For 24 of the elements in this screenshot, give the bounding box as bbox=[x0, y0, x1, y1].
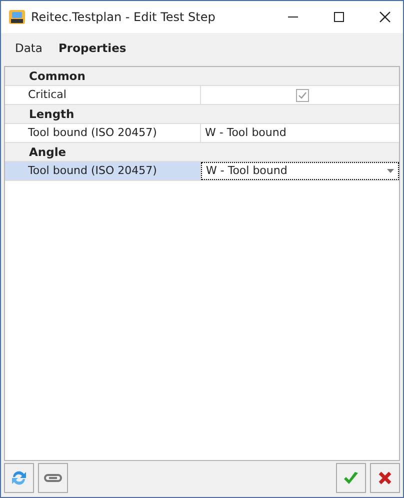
close-icon[interactable] bbox=[379, 11, 391, 23]
refresh-icon bbox=[10, 469, 28, 487]
window-title: Reitec.Testplan - Edit Test Step bbox=[31, 10, 216, 24]
ok-button[interactable] bbox=[336, 463, 366, 493]
app-icon bbox=[9, 9, 25, 25]
dropdown-arrow-icon bbox=[387, 169, 394, 173]
property-name[interactable]: Tool bound (ISO 20457) bbox=[5, 124, 201, 142]
category-header[interactable]: Length bbox=[5, 105, 399, 124]
property-name[interactable]: Tool bound (ISO 20457) bbox=[5, 162, 201, 180]
checkbox[interactable] bbox=[296, 88, 308, 102]
value-dropdown[interactable]: W - Tool bound bbox=[201, 162, 399, 180]
checkmark-icon bbox=[343, 471, 359, 485]
property-value[interactable]: W - Tool bound bbox=[201, 124, 399, 142]
category-header[interactable]: Angle bbox=[5, 143, 399, 162]
link-button[interactable] bbox=[38, 463, 68, 493]
tab[interactable]: Properties bbox=[58, 41, 126, 55]
refresh-button[interactable] bbox=[4, 463, 34, 493]
close-icon bbox=[378, 471, 392, 485]
category-header[interactable]: Common bbox=[5, 67, 399, 86]
cancel-button[interactable] bbox=[370, 463, 400, 493]
maximize-icon[interactable] bbox=[333, 11, 345, 23]
property-name[interactable]: Critical bbox=[5, 86, 201, 104]
tab[interactable]: Data bbox=[15, 41, 42, 55]
link-icon bbox=[44, 473, 62, 483]
